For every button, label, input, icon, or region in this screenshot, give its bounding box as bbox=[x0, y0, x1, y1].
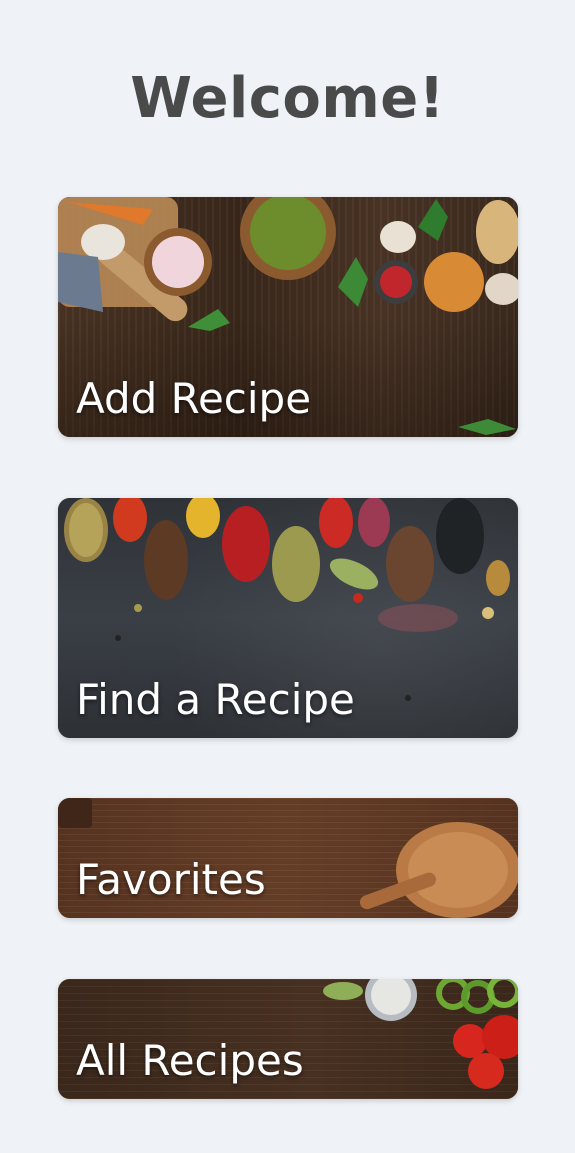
favorites-label: Favorites bbox=[76, 855, 266, 904]
add-recipe-card[interactable]: Add Recipe bbox=[58, 197, 518, 437]
add-recipe-label: Add Recipe bbox=[76, 374, 312, 423]
page-title: Welcome! bbox=[130, 66, 445, 131]
find-recipe-label: Find a Recipe bbox=[76, 675, 355, 724]
all-recipes-card[interactable]: All Recipes bbox=[58, 979, 518, 1099]
all-recipes-label: All Recipes bbox=[76, 1036, 304, 1085]
favorites-card[interactable]: Favorites bbox=[58, 798, 518, 918]
find-recipe-card[interactable]: Find a Recipe bbox=[58, 498, 518, 738]
